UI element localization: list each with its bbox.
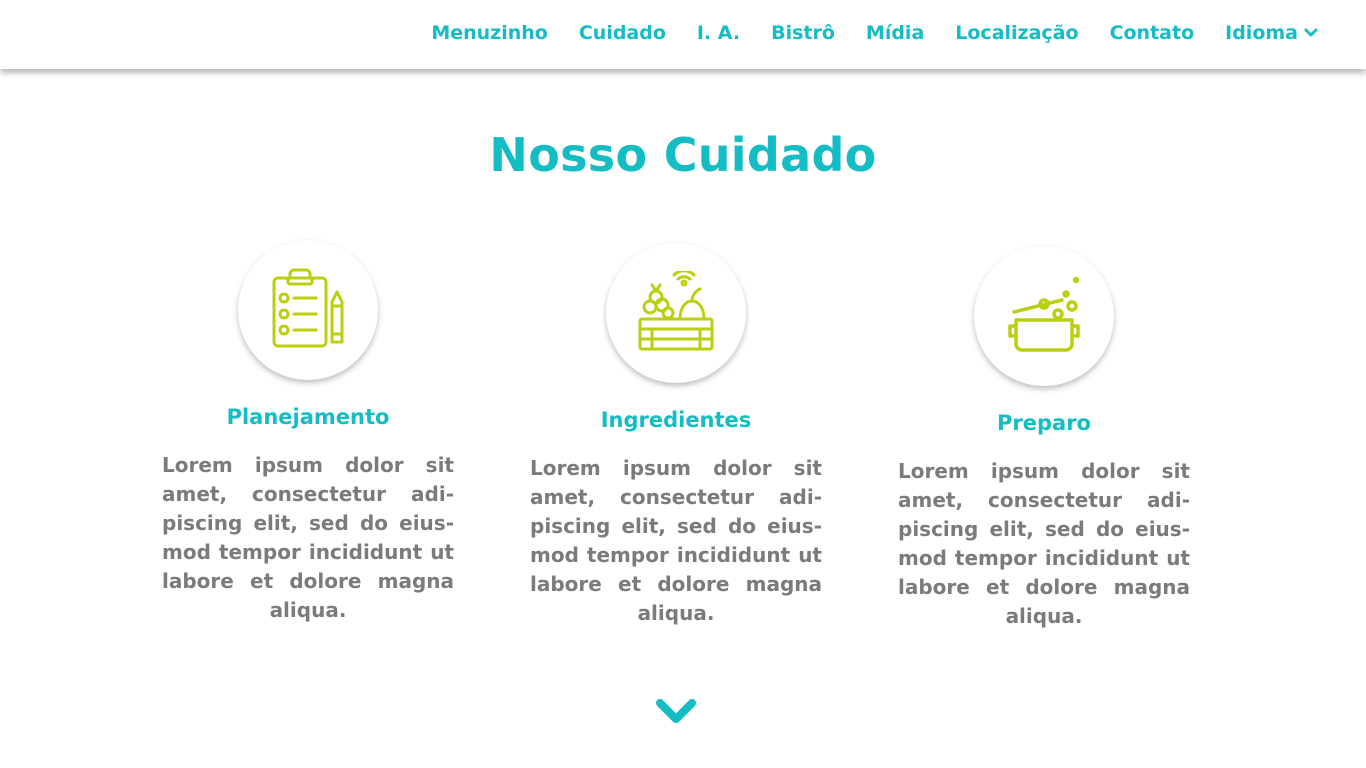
nav-link-localizacao[interactable]: Localização xyxy=(955,22,1078,44)
nav-link-bistro[interactable]: Bistrô xyxy=(771,22,835,44)
card-ingredientes: Ingredientes Lorem ipsum dolor sit amet,… xyxy=(530,243,822,628)
card-preparo: Preparo Lorem ipsum dolor sit amet, cons… xyxy=(898,246,1190,631)
scroll-down-button[interactable] xyxy=(654,697,698,727)
nav-link-midia[interactable]: Mídia xyxy=(866,22,924,44)
chevron-down-icon xyxy=(1304,28,1318,37)
card-title: Preparo xyxy=(997,411,1091,435)
main-nav: Menuzinho Cuidado I. A. Bistrô Mídia Loc… xyxy=(431,0,1318,66)
top-navbar: Menuzinho Cuidado I. A. Bistrô Mídia Loc… xyxy=(0,0,1366,69)
card-planejamento: Planejamento Lorem ipsum dolor sit amet,… xyxy=(162,240,454,625)
nav-link-cuidado[interactable]: Cuidado xyxy=(579,22,666,44)
card-description: Lorem ipsum dolor sit amet, consectetur … xyxy=(530,456,822,625)
nav-link-contato[interactable]: Contato xyxy=(1110,22,1195,44)
card-icon-circle xyxy=(974,246,1114,386)
section-title: Nosso Cuidado xyxy=(489,128,877,182)
language-dropdown-label: Idioma xyxy=(1225,22,1298,44)
nav-link-ia[interactable]: I. A. xyxy=(697,22,740,44)
card-icon-circle xyxy=(606,243,746,383)
card-title: Ingredientes xyxy=(600,408,752,432)
card-icon-circle xyxy=(238,240,378,380)
clipboard-checklist-icon xyxy=(272,268,344,348)
nav-link-menuzinho[interactable]: Menuzinho xyxy=(431,22,548,44)
card-description: Lorem ipsum dolor sit amet, consectetur … xyxy=(162,453,454,622)
card-description: Lorem ipsum dolor sit amet, consectetur … xyxy=(898,459,1190,628)
card-title: Planejamento xyxy=(226,405,390,429)
chevron-down-icon xyxy=(656,699,696,723)
cooking-pot-icon xyxy=(1008,276,1080,352)
language-dropdown[interactable]: Idioma xyxy=(1225,22,1318,44)
produce-crate-icon xyxy=(638,271,714,351)
